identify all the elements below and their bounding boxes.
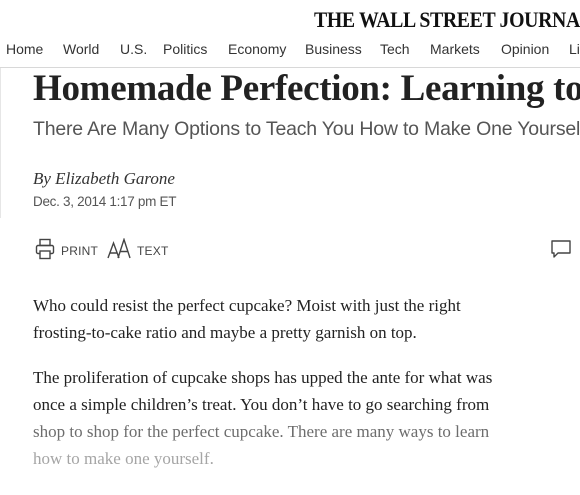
comment-icon [550, 238, 572, 265]
article-dek: There Are Many Options to Teach You How … [33, 118, 580, 140]
left-divider [0, 68, 1, 218]
nav-item-markets[interactable]: Markets [430, 41, 480, 57]
article-paragraph: Who could resist the perfect cupcake? Mo… [33, 292, 563, 346]
wsj-logo[interactable]: THE WALL STREET JOURNAL. [314, 7, 580, 33]
nav-item-economy[interactable]: Economy [228, 41, 286, 57]
main-nav: Home World U.S. Politics Economy Busines… [0, 40, 580, 68]
comments-button[interactable] [550, 239, 572, 263]
masthead: THE WALL STREET JOURNAL. [0, 0, 580, 40]
nav-item-business[interactable]: Business [305, 41, 362, 57]
print-label: PRINT [61, 244, 98, 258]
nav-item-tech[interactable]: Tech [380, 41, 410, 57]
paragraph-line: once a simple children’s treat. You don’… [33, 395, 490, 414]
article-paragraph: The proliferation of cupcake shops has u… [33, 364, 563, 472]
text-size-button[interactable]: TEXT [107, 236, 169, 265]
paragraph-line: Who could resist the perfect cupcake? Mo… [33, 296, 461, 315]
nav-item-us[interactable]: U.S. [120, 41, 147, 57]
nav-item-opinion[interactable]: Opinion [501, 41, 549, 57]
paragraph-line: frosting-to-cake ratio and maybe a prett… [33, 323, 417, 342]
print-icon [35, 238, 55, 265]
nav-item-home[interactable]: Home [6, 41, 43, 57]
nav-item-world[interactable]: World [63, 41, 99, 57]
text-size-label: TEXT [137, 244, 169, 258]
article-byline[interactable]: By Elizabeth Garone [33, 169, 175, 189]
article-headline: Homemade Perfection: Learning to [33, 68, 580, 109]
paragraph-line: shop to shop for the perfect cupcake. Th… [33, 422, 490, 441]
print-button[interactable]: PRINT [35, 238, 98, 265]
paragraph-line: The proliferation of cupcake shops has u… [33, 368, 493, 387]
paragraph-line: how to make one yourself. [33, 449, 214, 468]
article-timestamp: Dec. 3, 2014 1:17 pm ET [33, 194, 177, 209]
nav-item-politics[interactable]: Politics [163, 41, 207, 57]
text-size-icon [107, 236, 131, 265]
nav-item-life[interactable]: Li [569, 41, 580, 57]
